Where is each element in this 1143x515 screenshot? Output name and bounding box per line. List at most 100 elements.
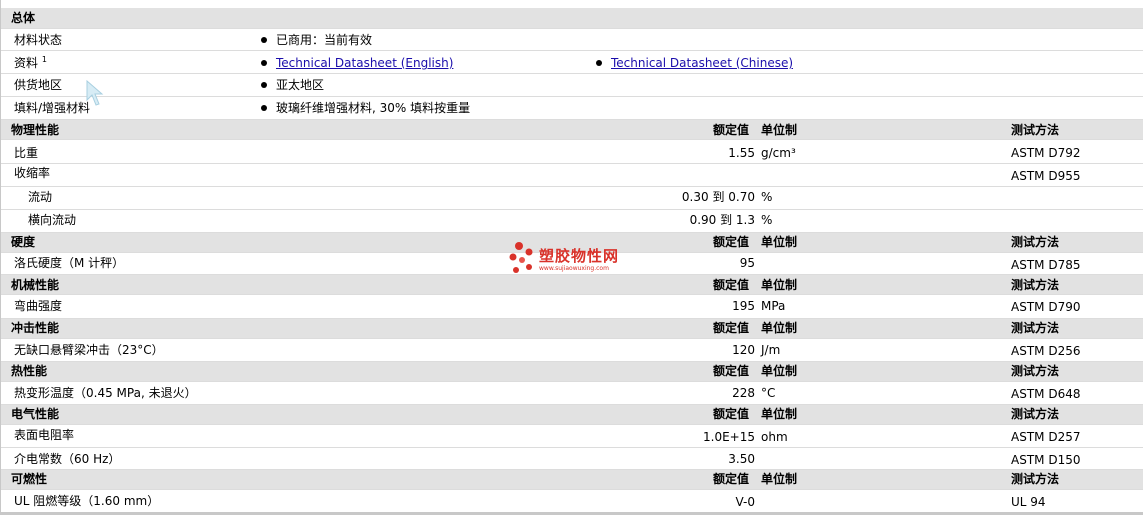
section-header-mechanical: 机械性能 额定值 单位制 测试方法 bbox=[1, 275, 1143, 295]
section-title: 物理性能 bbox=[11, 123, 60, 137]
row-unit: °C bbox=[761, 386, 776, 400]
section-title: 热性能 bbox=[11, 364, 48, 378]
row-method: ASTM D955 bbox=[1011, 169, 1081, 183]
row-label: 介电常数（60 Hz） bbox=[14, 452, 121, 466]
column-header-value: 额定值 bbox=[713, 472, 750, 486]
bullet-item: 玻璃纤维增强材料, 30% 填料按重量 bbox=[261, 97, 470, 120]
row-unit: ohm bbox=[761, 430, 788, 444]
column-header-unit: 单位制 bbox=[761, 472, 798, 486]
bullet-item: 亚太地区 bbox=[261, 74, 324, 97]
section-header-electrical: 电气性能 额定值 单位制 测试方法 bbox=[1, 405, 1143, 425]
bullet-icon bbox=[261, 104, 267, 111]
row-unit: J/m bbox=[761, 343, 781, 357]
row-method: ASTM D257 bbox=[1011, 430, 1081, 444]
column-header-method: 测试方法 bbox=[1011, 123, 1060, 137]
watermark-logo: 塑胶物性网 www.sujiaowuxing.com bbox=[507, 240, 642, 276]
table-row: 比重 1.55 g/cm³ ASTM D792 bbox=[1, 140, 1143, 164]
section-title: 机械性能 bbox=[11, 278, 60, 292]
datasheet-chinese-link[interactable]: Technical Datasheet (Chinese) bbox=[611, 56, 793, 70]
section-header-physical: 物理性能 额定值 单位制 测试方法 bbox=[1, 120, 1143, 140]
column-header-method: 测试方法 bbox=[1011, 472, 1060, 486]
column-header-method: 测试方法 bbox=[1011, 407, 1060, 421]
row-method: ASTM D648 bbox=[1011, 387, 1081, 401]
table-row: 横向流动 0.90 到 1.3 % bbox=[1, 210, 1143, 233]
row-value: 0.90 到 1.3 bbox=[689, 213, 755, 227]
row-method: ASTM D790 bbox=[1011, 300, 1081, 314]
table-row: 弯曲强度 195 MPa ASTM D790 bbox=[1, 295, 1143, 319]
bullet-icon bbox=[261, 36, 267, 43]
section-title: 可燃性 bbox=[11, 472, 48, 486]
cursor-arrow-icon bbox=[86, 80, 104, 106]
column-header-method: 测试方法 bbox=[1011, 235, 1060, 249]
table-row: 资料 1 Technical Datasheet (English) Techn… bbox=[1, 51, 1143, 74]
table-row: 流动 0.30 到 0.70 % bbox=[1, 187, 1143, 210]
row-label: 收缩率 bbox=[14, 166, 51, 180]
table-row: 热变形温度（0.45 MPa, 未退火） 228 °C ASTM D648 bbox=[1, 382, 1143, 405]
column-header-unit: 单位制 bbox=[761, 278, 798, 292]
section-title: 总体 bbox=[11, 11, 36, 25]
table-row: 收缩率 ASTM D955 bbox=[1, 164, 1143, 187]
row-unit: g/cm³ bbox=[761, 146, 796, 160]
section-header-thermal: 热性能 额定值 单位制 测试方法 bbox=[1, 362, 1143, 382]
column-header-method: 测试方法 bbox=[1011, 364, 1060, 378]
table-row: 材料状态 已商用：当前有效 bbox=[1, 29, 1143, 51]
section-title: 冲击性能 bbox=[11, 321, 60, 335]
row-label: 弯曲强度 bbox=[14, 299, 63, 313]
watermark-text: 塑胶物性网 bbox=[539, 247, 620, 265]
column-header-unit: 单位制 bbox=[761, 235, 798, 249]
row-value: 95 bbox=[739, 256, 755, 270]
row-label: 资料 1 bbox=[14, 55, 47, 71]
row-method: ASTM D792 bbox=[1011, 146, 1081, 160]
column-header-value: 额定值 bbox=[713, 407, 750, 421]
datasheet-english-link[interactable]: Technical Datasheet (English) bbox=[276, 56, 453, 70]
row-value: 3.50 bbox=[728, 452, 755, 466]
row-value: 120 bbox=[732, 343, 755, 357]
row-label: 比重 bbox=[14, 146, 39, 160]
row-label: 填料/增强材料 bbox=[14, 101, 91, 115]
row-method: ASTM D256 bbox=[1011, 344, 1081, 358]
bullet-item: Technical Datasheet (Chinese) bbox=[596, 51, 793, 76]
column-header-unit: 单位制 bbox=[761, 407, 798, 421]
watermark-dots-icon bbox=[509, 242, 533, 273]
column-header-value: 额定值 bbox=[713, 278, 750, 292]
row-label: 供货地区 bbox=[14, 78, 63, 92]
column-header-unit: 单位制 bbox=[761, 321, 798, 335]
row-unit: MPa bbox=[761, 299, 786, 313]
row-label: 无缺口悬臂梁冲击（23°C） bbox=[14, 343, 164, 357]
table-row: UL 阻燃等级（1.60 mm） V-0 UL 94 bbox=[1, 490, 1143, 512]
table-row: 供货地区 亚太地区 bbox=[1, 74, 1143, 97]
column-header-value: 额定值 bbox=[713, 123, 750, 137]
row-label: 表面电阻率 bbox=[14, 428, 75, 442]
row-label: 洛氏硬度（M 计秤） bbox=[14, 256, 125, 270]
row-method: UL 94 bbox=[1011, 495, 1046, 509]
column-header-method: 测试方法 bbox=[1011, 278, 1060, 292]
row-method: ASTM D150 bbox=[1011, 453, 1081, 467]
watermark-url: www.sujiaowuxing.com bbox=[539, 265, 609, 272]
column-header-unit: 单位制 bbox=[761, 364, 798, 378]
row-value: 195 bbox=[732, 299, 755, 313]
table-row: 介电常数（60 Hz） 3.50 ASTM D150 bbox=[1, 448, 1143, 470]
row-label: 流动 bbox=[28, 190, 53, 204]
section-title: 电气性能 bbox=[11, 407, 60, 421]
row-label: 材料状态 bbox=[14, 33, 63, 47]
column-header-value: 额定值 bbox=[713, 364, 750, 378]
column-header-value: 额定值 bbox=[713, 321, 750, 335]
column-header-unit: 单位制 bbox=[761, 123, 798, 137]
table-row: 填料/增强材料 玻璃纤维增强材料, 30% 填料按重量 bbox=[1, 97, 1143, 120]
section-header-general: 总体 bbox=[1, 8, 1143, 29]
row-label: 热变形温度（0.45 MPa, 未退火） bbox=[14, 386, 197, 400]
bullet-icon bbox=[261, 59, 267, 66]
row-value: 228 bbox=[732, 386, 755, 400]
row-value: 1.55 bbox=[728, 146, 755, 160]
section-title: 硬度 bbox=[11, 235, 36, 249]
section-header-flammability: 可燃性 额定值 单位制 测试方法 bbox=[1, 470, 1143, 490]
section-header-impact: 冲击性能 额定值 单位制 测试方法 bbox=[1, 319, 1143, 339]
bullet-item: Technical Datasheet (English) bbox=[261, 51, 453, 76]
table-row: 无缺口悬臂梁冲击（23°C） 120 J/m ASTM D256 bbox=[1, 339, 1143, 362]
row-label: UL 阻燃等级（1.60 mm） bbox=[14, 494, 160, 508]
bullet-item: 已商用：当前有效 bbox=[261, 29, 372, 51]
row-label: 横向流动 bbox=[28, 213, 77, 227]
column-header-method: 测试方法 bbox=[1011, 321, 1060, 335]
bullet-icon bbox=[261, 81, 267, 88]
bullet-icon bbox=[596, 59, 602, 66]
